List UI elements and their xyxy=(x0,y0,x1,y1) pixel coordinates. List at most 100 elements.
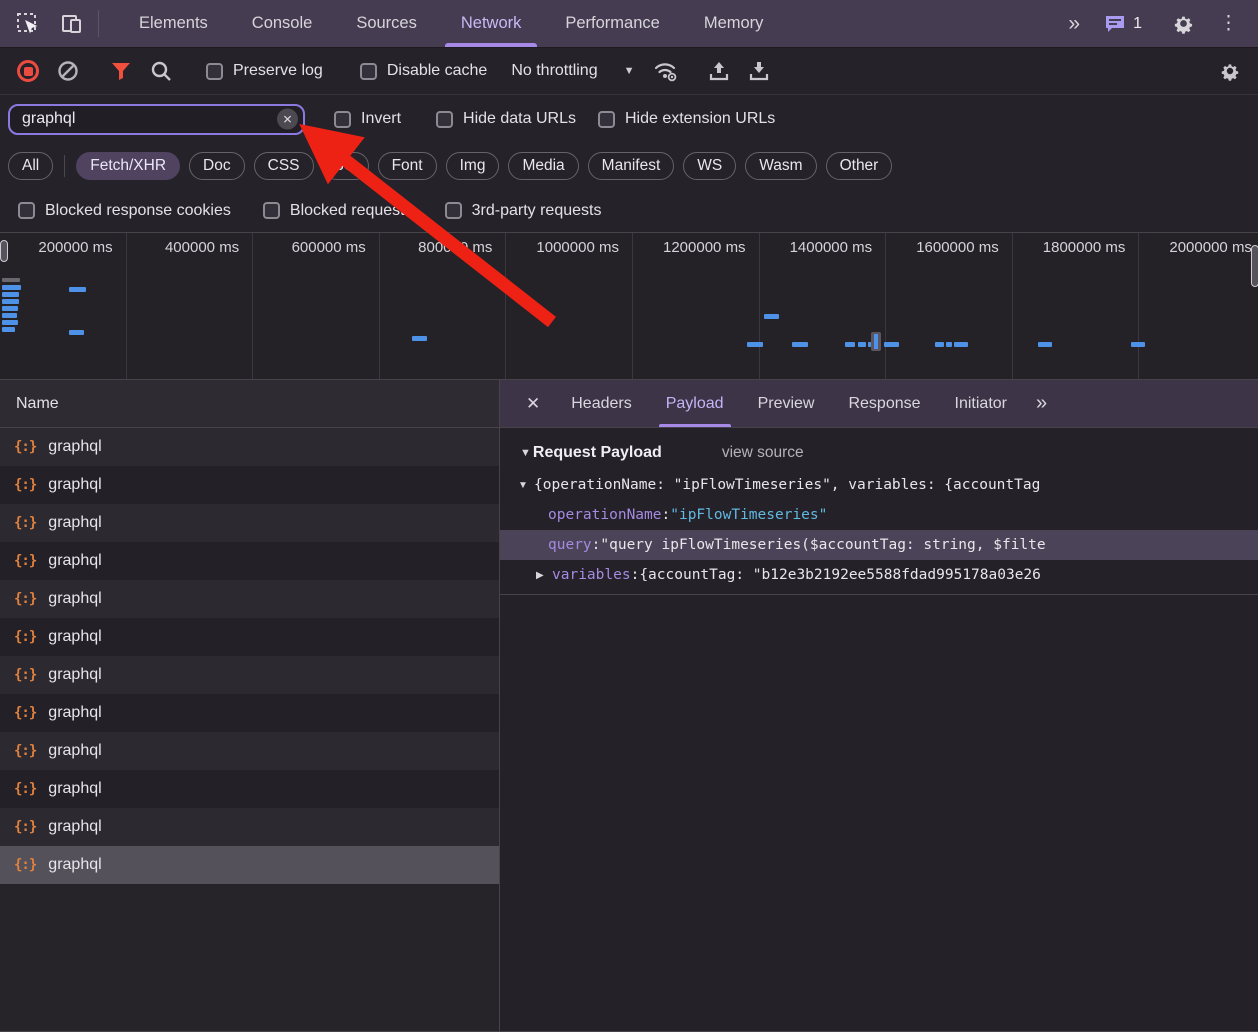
issues-button[interactable]: 1 xyxy=(1094,14,1152,34)
details-tab-preview[interactable]: Preview xyxy=(741,380,832,427)
filter-input[interactable] xyxy=(22,110,269,128)
request-timing-bar xyxy=(2,299,19,304)
blocked-requests-checkbox[interactable]: Blocked requests xyxy=(251,202,425,220)
blocked-response-cookies-checkbox[interactable]: Blocked response cookies xyxy=(6,202,243,220)
chip-ws[interactable]: WS xyxy=(683,152,736,180)
table-row[interactable]: {:}graphql xyxy=(0,732,499,770)
timeline-right-handle[interactable] xyxy=(1251,245,1258,287)
checkbox xyxy=(206,63,223,80)
tab-elements[interactable]: Elements xyxy=(117,0,230,47)
timeline-left-handle[interactable] xyxy=(0,240,8,262)
tab-memory[interactable]: Memory xyxy=(682,0,786,47)
more-panels-icon[interactable]: » xyxy=(1054,12,1094,36)
table-row[interactable]: {:}graphql xyxy=(0,770,499,808)
table-row[interactable]: {:}graphql xyxy=(0,618,499,656)
request-type-chips: All Fetch/XHR Doc CSS JS Font Img Media Manifest… xyxy=(0,143,1258,189)
chip-media[interactable]: Media xyxy=(508,152,578,180)
chip-doc[interactable]: Doc xyxy=(189,152,245,180)
tab-sources[interactable]: Sources xyxy=(334,0,439,47)
timeline-column: 1200000 ms xyxy=(633,233,760,379)
section-title: Request Payload xyxy=(533,444,662,462)
table-row[interactable]: {:}graphql xyxy=(0,542,499,580)
request-payload-header[interactable]: ▼ Request Payload view source xyxy=(500,428,1258,470)
chevron-down-icon: ▼ xyxy=(624,65,635,77)
collapse-triangle-icon: ▼ xyxy=(520,447,531,459)
clear-filter-icon[interactable]: ✕ xyxy=(277,109,298,130)
disable-cache-checkbox[interactable]: Disable cache xyxy=(348,62,500,80)
details-tab-payload[interactable]: Payload xyxy=(649,380,741,427)
request-name: graphql xyxy=(48,476,101,494)
chip-img[interactable]: Img xyxy=(446,152,500,180)
device-toolbar-icon[interactable] xyxy=(50,0,94,47)
name-column-header[interactable]: Name xyxy=(0,380,499,428)
request-name: graphql xyxy=(48,818,101,836)
payload-tree-row[interactable]: query: "query ipFlowTimeseries($accountT… xyxy=(500,530,1258,560)
export-har-icon[interactable] xyxy=(739,51,779,91)
table-row[interactable]: {:}graphql xyxy=(0,656,499,694)
payload-segment: "query ipFlowTimeseries($accountTag: str… xyxy=(600,537,1045,553)
request-timing-bar xyxy=(884,342,899,347)
request-name: graphql xyxy=(48,704,101,722)
network-conditions-icon[interactable] xyxy=(646,51,686,91)
filter-funnel-icon[interactable] xyxy=(101,51,141,91)
tab-console[interactable]: Console xyxy=(230,0,335,47)
payload-tree-row[interactable]: ▼{operationName: "ipFlowTimeseries", var… xyxy=(500,470,1258,500)
import-har-icon[interactable] xyxy=(699,51,739,91)
hide-extension-urls-checkbox[interactable]: Hide extension URLs xyxy=(587,110,786,128)
payload-tree-row[interactable]: ▶variables: {accountTag: "b12e3b2192ee55… xyxy=(500,560,1258,590)
request-timing-bar xyxy=(412,336,427,341)
table-row[interactable]: {:}graphql xyxy=(0,694,499,732)
request-timing-bar xyxy=(946,342,952,347)
network-settings-gear-icon[interactable] xyxy=(1210,51,1250,91)
filter-input-container: ✕ xyxy=(8,104,305,135)
search-icon[interactable] xyxy=(141,51,181,91)
close-details-icon[interactable]: ✕ xyxy=(512,380,554,427)
timeline-tick-label: 2000000 ms xyxy=(1169,239,1252,256)
payload-segment: query xyxy=(548,537,592,553)
chip-other[interactable]: Other xyxy=(826,152,893,180)
chip-js[interactable]: JS xyxy=(323,152,369,180)
preserve-log-checkbox[interactable]: Preserve log xyxy=(194,62,335,80)
timeline-tick-label: 400000 ms xyxy=(165,239,239,256)
timeline-tick-label: 1800000 ms xyxy=(1043,239,1126,256)
chip-manifest[interactable]: Manifest xyxy=(588,152,675,180)
invert-checkbox[interactable]: Invert xyxy=(323,110,412,128)
request-name: graphql xyxy=(48,666,101,684)
kebab-menu-icon[interactable]: ⋮ xyxy=(1205,12,1252,35)
fetch-xhr-icon: {:} xyxy=(14,591,36,607)
timeline-column: 600000 ms xyxy=(253,233,380,379)
table-row[interactable]: {:}graphql xyxy=(0,580,499,618)
clear-network-log-icon[interactable] xyxy=(48,51,88,91)
tab-network[interactable]: Network xyxy=(439,0,544,47)
request-timing-bar xyxy=(845,342,855,347)
details-tab-response[interactable]: Response xyxy=(831,380,937,427)
record-network-log-button[interactable] xyxy=(8,51,48,91)
checkbox xyxy=(334,111,351,128)
chip-all[interactable]: All xyxy=(8,152,53,180)
3rd-party-requests-checkbox[interactable]: 3rd-party requests xyxy=(433,202,614,220)
chip-css[interactable]: CSS xyxy=(254,152,314,180)
throttling-dropdown[interactable]: No throttling ▼ xyxy=(499,62,646,80)
network-overview-timeline[interactable]: 200000 ms400000 ms600000 ms800000 ms1000… xyxy=(0,232,1258,380)
details-tab-initiator[interactable]: Initiator xyxy=(938,380,1024,427)
expand-triangle-icon[interactable]: ▼ xyxy=(518,480,534,491)
table-row[interactable]: {:}graphql xyxy=(0,466,499,504)
details-more-tabs-icon[interactable]: » xyxy=(1024,380,1059,427)
fetch-xhr-icon: {:} xyxy=(14,819,36,835)
chip-wasm[interactable]: Wasm xyxy=(745,152,816,180)
chip-fetchxhr[interactable]: Fetch/XHR xyxy=(76,152,180,180)
details-tab-headers[interactable]: Headers xyxy=(554,380,648,427)
view-source-link[interactable]: view source xyxy=(722,444,804,462)
table-row[interactable]: {:}graphql xyxy=(0,428,499,466)
table-row[interactable]: {:}graphql xyxy=(0,504,499,542)
throttling-value: No throttling xyxy=(511,62,597,80)
settings-gear-icon[interactable] xyxy=(1161,12,1205,35)
payload-tree-row[interactable]: operationName: "ipFlowTimeseries" xyxy=(500,500,1258,530)
inspect-element-icon[interactable] xyxy=(6,0,50,47)
tab-performance[interactable]: Performance xyxy=(543,0,681,47)
table-row[interactable]: {:}graphql xyxy=(0,846,499,884)
chip-font[interactable]: Font xyxy=(378,152,437,180)
table-row[interactable]: {:} graphql xyxy=(0,808,499,846)
expand-triangle-icon[interactable]: ▶ xyxy=(536,570,552,581)
hide-data-urls-checkbox[interactable]: Hide data URLs xyxy=(425,110,587,128)
